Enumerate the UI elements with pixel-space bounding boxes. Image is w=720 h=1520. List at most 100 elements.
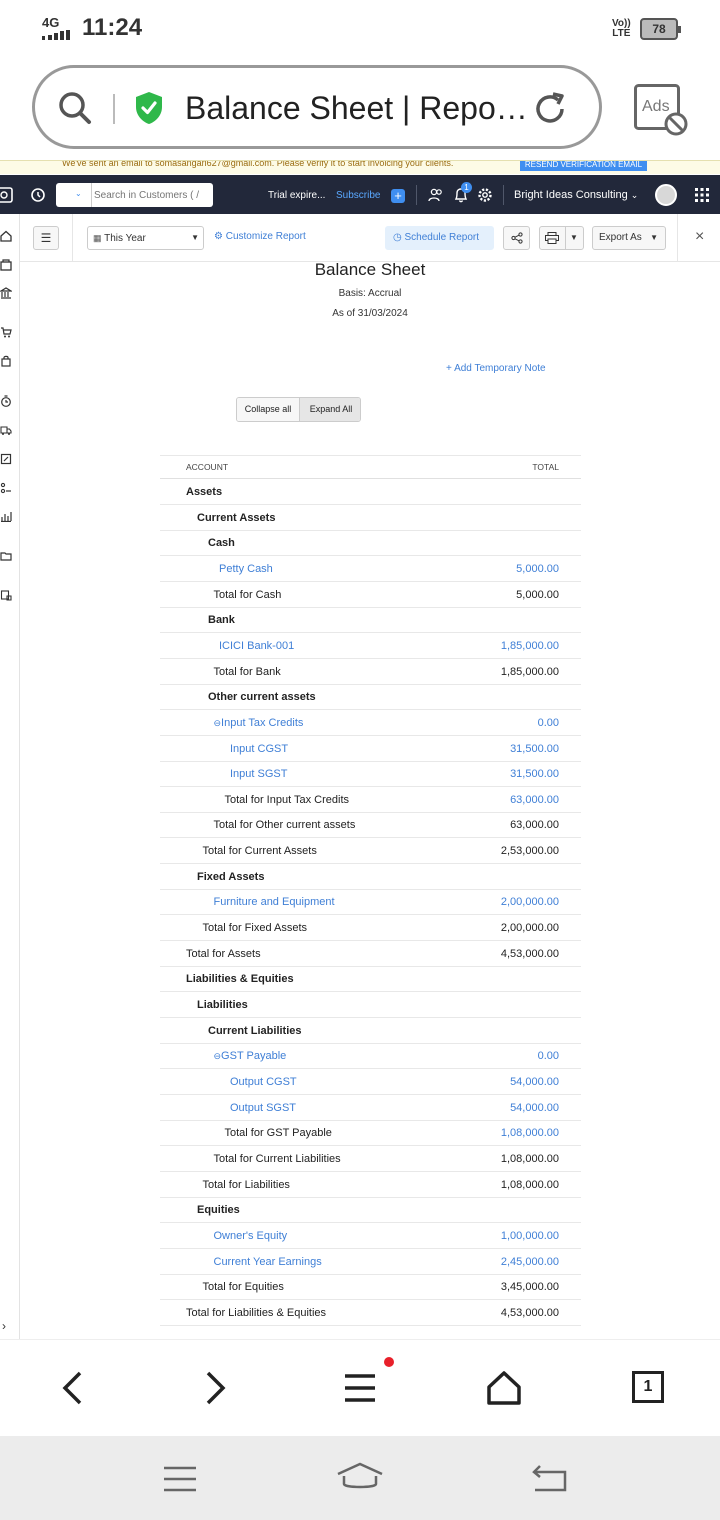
row-label[interactable]: Output CGST — [230, 1076, 297, 1088]
period-select[interactable]: ▦ This Year ▼ — [87, 226, 204, 250]
dashboard-icon[interactable] — [0, 186, 14, 204]
row-label-text: Owner's Equity — [213, 1229, 288, 1242]
forward-icon[interactable] — [202, 1370, 230, 1406]
row-amount[interactable]: 0.00 — [538, 717, 559, 729]
close-icon[interactable]: × — [695, 228, 704, 246]
row-label[interactable]: Input SGST — [230, 768, 287, 780]
organization-switcher[interactable]: Bright Ideas Consulting ⌄ — [514, 189, 638, 201]
table-row[interactable]: Output CGST 54,000.00 — [160, 1070, 581, 1095]
divider — [72, 214, 73, 261]
expand-sidebar-icon[interactable]: › — [2, 1319, 6, 1333]
row-amount[interactable]: 31,500.00 — [510, 768, 559, 780]
volte-icon: Vo)) LTE — [612, 18, 631, 39]
search-input[interactable] — [94, 186, 210, 204]
sales-cart-icon[interactable] — [0, 326, 12, 338]
print-button[interactable]: ▼ — [539, 226, 584, 250]
row-label[interactable]: ⊖Input Tax Credits — [214, 717, 304, 729]
reload-icon[interactable] — [531, 90, 569, 128]
collapse-icon[interactable]: ⊖ — [214, 1051, 222, 1061]
back-icon[interactable] — [58, 1370, 86, 1406]
apps-store-icon[interactable] — [0, 589, 12, 601]
users-icon[interactable] — [428, 187, 444, 203]
reports-chart-icon[interactable] — [0, 510, 12, 522]
table-row[interactable]: ⊖Input Tax Credits 0.00 — [160, 711, 581, 736]
gear-icon[interactable] — [477, 187, 493, 203]
table-row: Total for Current Liabilities 1,08,000.00 — [160, 1147, 581, 1172]
row-amount[interactable]: 0.00 — [538, 1050, 559, 1062]
divider — [677, 214, 678, 261]
table-row[interactable]: Furniture and Equipment 2,00,000.00 — [160, 890, 581, 916]
verification-banner: We've sent an email to somasangari627@gm… — [0, 160, 720, 174]
menu-icon[interactable] — [343, 1372, 377, 1404]
history-icon[interactable] — [30, 187, 46, 203]
row-label[interactable]: Owner's Equity — [214, 1230, 288, 1242]
recents-icon[interactable] — [163, 1466, 197, 1492]
row-label[interactable]: ICICI Bank-001 — [219, 640, 294, 652]
table-row[interactable]: Current Year Earnings 2,45,000.00 — [160, 1250, 581, 1275]
table-row[interactable]: Input CGST 31,500.00 — [160, 737, 581, 762]
home-icon[interactable] — [0, 230, 12, 242]
row-amount[interactable]: 5,000.00 — [516, 563, 559, 575]
customize-report-link[interactable]: ⚙ Customize Report — [214, 231, 306, 242]
time-tracking-icon[interactable] — [0, 395, 12, 407]
table-row[interactable]: ICICI Bank-001 1,85,000.00 — [160, 634, 581, 659]
row-label[interactable]: Petty Cash — [219, 563, 273, 575]
clock-icon: ◷ — [393, 232, 402, 243]
row-label[interactable]: ⊖GST Payable — [214, 1050, 287, 1062]
home-icon[interactable] — [336, 1462, 384, 1492]
table-row[interactable]: Input SGST 31,500.00 — [160, 762, 581, 788]
apps-grid-icon[interactable] — [695, 188, 709, 202]
avatar[interactable] — [655, 184, 677, 206]
menu-button[interactable]: ☰ — [33, 226, 59, 250]
row-amount[interactable]: 1,00,000.00 — [501, 1230, 559, 1242]
expand-all-button[interactable]: Expand All — [300, 398, 360, 421]
items-icon[interactable] — [0, 259, 12, 271]
calendar-icon: ▦ — [93, 233, 102, 243]
gst-filing-icon[interactable] — [0, 453, 12, 465]
share-icon — [510, 232, 523, 244]
row-amount[interactable]: 1,85,000.00 — [501, 640, 559, 652]
resend-verification-button[interactable]: RESEND VERIFICATION EMAIL — [520, 161, 647, 171]
system-back-icon[interactable] — [530, 1464, 568, 1492]
accountant-icon[interactable] — [0, 482, 12, 494]
schedule-report-button[interactable]: ◷ Schedule Report — [385, 226, 494, 250]
row-label[interactable]: Current Year Earnings — [214, 1256, 322, 1268]
home-icon[interactable] — [486, 1370, 522, 1406]
export-as-button[interactable]: Export As ▼ — [592, 226, 666, 250]
row-amount[interactable]: 2,00,000.00 — [501, 896, 559, 908]
row-label: Total for Fixed Assets — [203, 922, 308, 934]
ad-block-button[interactable]: Ads — [634, 84, 688, 136]
row-amount: 1,85,000.00 — [500, 665, 559, 678]
banking-icon[interactable] — [0, 287, 12, 299]
row-amount[interactable]: 31,500.00 — [510, 743, 559, 755]
row-amount[interactable]: 1,08,000.00 — [501, 1127, 559, 1139]
share-button[interactable] — [503, 226, 530, 250]
add-temporary-note-link[interactable]: + Add Temporary Note — [446, 363, 546, 374]
row-amount[interactable]: 2,45,000.00 — [501, 1256, 559, 1268]
table-row[interactable]: ⊖GST Payable 0.00 — [160, 1044, 581, 1070]
row-label[interactable]: Input CGST — [230, 743, 288, 755]
network-type: 4G — [42, 15, 60, 30]
table-row[interactable]: Output SGST 54,000.00 — [160, 1096, 581, 1121]
row-label-text: Input CGST — [230, 742, 289, 755]
purchases-bag-icon[interactable] — [0, 355, 12, 367]
row-label[interactable]: Furniture and Equipment — [214, 896, 335, 908]
tabs-count-button[interactable]: 1 — [632, 1371, 664, 1403]
row-amount[interactable]: 54,000.00 — [510, 1102, 559, 1114]
table-row[interactable]: Petty Cash 5,000.00 — [160, 557, 581, 582]
documents-folder-icon[interactable] — [0, 550, 12, 562]
eway-bills-truck-icon[interactable] — [0, 424, 12, 436]
row-amount[interactable]: 63,000.00 — [510, 794, 559, 806]
collapse-icon[interactable]: ⊖ — [214, 718, 222, 728]
collapse-all-button[interactable]: Collapse all — [237, 398, 300, 421]
row-label-text: Total for Liabilities — [202, 1178, 290, 1191]
address-bar[interactable]: Balance Sheet | Repo… — [32, 65, 602, 149]
table-row[interactable]: Owner's Equity 1,00,000.00 — [160, 1224, 581, 1249]
subscribe-link[interactable]: Subscribe — [336, 190, 380, 201]
row-label[interactable]: Output SGST — [230, 1102, 296, 1114]
row-label: Cash — [208, 537, 235, 549]
row-amount[interactable]: 54,000.00 — [510, 1076, 559, 1088]
clock: 11:24 — [82, 14, 143, 41]
quick-create-button[interactable]: + — [391, 189, 405, 203]
search-module-dropdown[interactable]: ⌄ — [56, 183, 92, 207]
